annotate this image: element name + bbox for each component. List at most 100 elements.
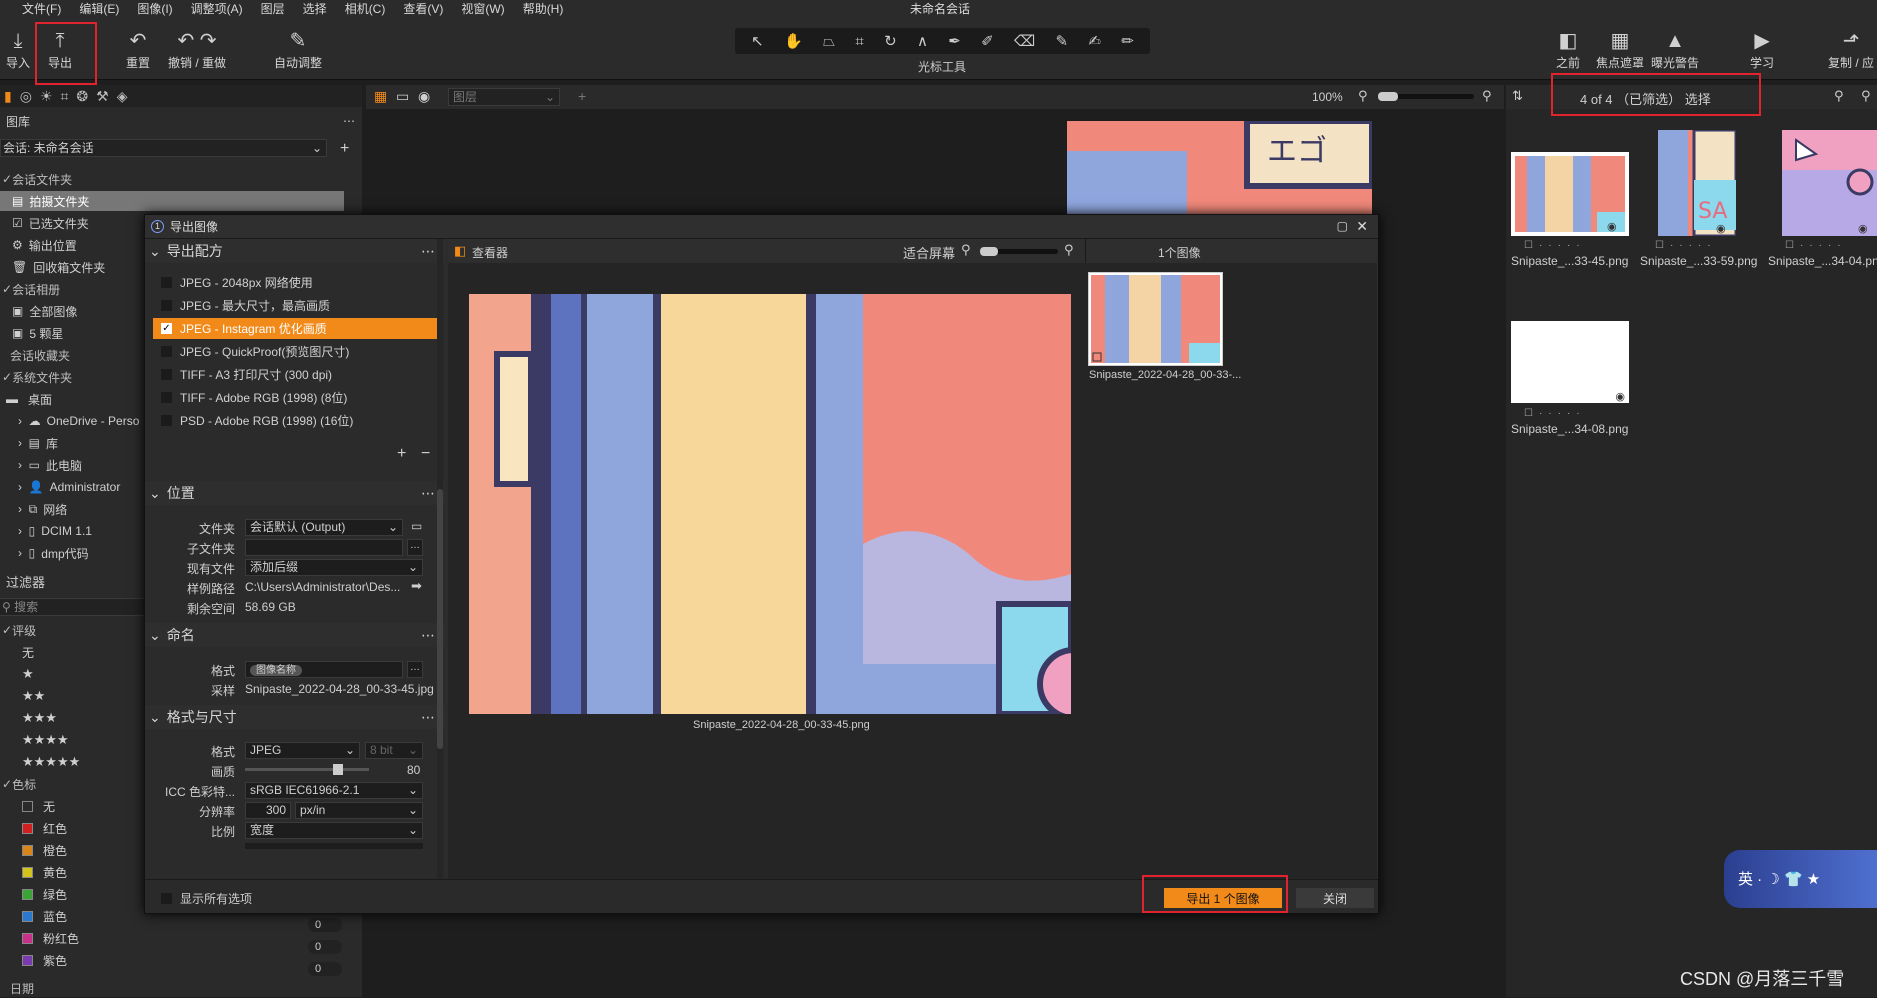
maximize-icon[interactable]: ▢: [1337, 219, 1348, 233]
eye-icon[interactable]: ◉: [1615, 390, 1625, 403]
tree-item[interactable]: › ⧉ 网络: [18, 499, 67, 519]
resolution-input[interactable]: 300: [245, 802, 291, 819]
section-session-favorites[interactable]: 会话收藏夹: [10, 345, 70, 365]
menu-adjust[interactable]: 调整项(A): [191, 0, 243, 17]
color-tag-item[interactable]: 紫色: [22, 950, 67, 970]
eraser-icon[interactable]: ⌫: [1014, 32, 1035, 50]
focus-mask-button[interactable]: ▦ 焦点遮罩: [1596, 28, 1644, 71]
ime-widget[interactable]: 英 · ☽ 👕 ★: [1724, 850, 1877, 908]
folder-browse-icon[interactable]: ▭: [411, 519, 422, 533]
crop-tab-icon[interactable]: ⌗: [61, 88, 69, 105]
quality-value[interactable]: 80: [407, 763, 420, 777]
tree-item[interactable]: › ▭ 此电脑: [18, 455, 82, 475]
rating-dots[interactable]: ☐·····: [1524, 240, 1586, 251]
quality-slider[interactable]: [245, 764, 369, 775]
tools-tab-icon[interactable]: ⚒: [96, 88, 109, 105]
close-button[interactable]: 关闭: [1296, 888, 1374, 908]
section-session-albums[interactable]: ✓ 会话相册: [2, 279, 60, 299]
format-size-header[interactable]: ⌄ 格式与尺寸 ⋯: [145, 705, 445, 729]
section-color-tag[interactable]: ✓ 色标: [2, 774, 36, 794]
viewer-zoom-slider[interactable]: [980, 247, 1058, 256]
color-tag-item[interactable]: 绿色: [22, 884, 67, 904]
recipe-item-selected[interactable]: ✓ JPEG - Instagram 优化画质: [153, 318, 437, 339]
color-tag-item[interactable]: 无: [22, 796, 55, 816]
recipe-item[interactable]: PSD - Adobe RGB (1998) (16位): [153, 410, 437, 431]
add-layer-icon[interactable]: +: [578, 88, 586, 104]
recipe-checkbox[interactable]: [161, 369, 172, 380]
rating-5[interactable]: ★★★★★: [22, 752, 80, 772]
layers-tab-icon[interactable]: ◈: [117, 88, 128, 105]
picker-icon[interactable]: ✒: [948, 32, 961, 50]
zoom-out-icon[interactable]: ⚲: [1358, 88, 1368, 104]
keystone-icon[interactable]: ⏢: [823, 33, 835, 50]
search-icon[interactable]: ⚲: [1861, 88, 1871, 104]
icc-profile-select[interactable]: sRGB IEC61966-2.1 ⌄: [245, 782, 423, 799]
scrollbar-thumb[interactable]: [437, 489, 443, 749]
zoom-slider-handle[interactable]: [1378, 92, 1398, 101]
layer-select[interactable]: 图层 ⌄: [448, 88, 560, 106]
output-location-item[interactable]: ⚙ 输出位置: [12, 235, 77, 255]
naming-format-input[interactable]: 图像名称: [245, 661, 403, 678]
browser-thumbnail[interactable]: ◉: [1782, 130, 1877, 236]
recipe-checkbox[interactable]: [161, 277, 172, 288]
add-recipe-icon[interactable]: +: [397, 445, 406, 463]
eye-icon[interactable]: ◉: [1716, 223, 1726, 235]
resolution-unit-select[interactable]: px/in ⌄: [295, 802, 423, 819]
rating-none[interactable]: 无: [22, 642, 34, 662]
five-stars-item[interactable]: ▣ 5 颗星: [12, 323, 63, 343]
show-all-options[interactable]: 显示所有选项: [161, 890, 252, 907]
more-icon[interactable]: ⋯: [421, 485, 435, 502]
library-tab-icon[interactable]: ▮: [4, 88, 12, 105]
select-cursor-icon[interactable]: ↖: [751, 32, 764, 50]
rating-3[interactable]: ★★★: [22, 708, 57, 728]
menu-select[interactable]: 选择: [303, 0, 327, 17]
section-date[interactable]: 日期: [10, 978, 34, 998]
tree-item[interactable]: › ▤ 库: [18, 433, 58, 453]
color-tag-item[interactable]: 黄色: [22, 862, 67, 882]
before-button[interactable]: ◧ 之前: [1556, 28, 1580, 71]
capture-folder-item[interactable]: ▤ 拍摄文件夹: [0, 191, 344, 211]
subfolder-input[interactable]: [245, 539, 403, 556]
menu-camera[interactable]: 相机(C): [345, 0, 386, 17]
tree-item[interactable]: › ▯ dmp代码: [18, 543, 89, 563]
menu-image[interactable]: 图像(I): [137, 0, 172, 17]
recipe-item[interactable]: TIFF - A3 打印尺寸 (300 dpi): [153, 364, 437, 385]
crop-icon[interactable]: ⌗: [855, 33, 863, 50]
color-tab-icon[interactable]: ❂: [76, 88, 88, 105]
zoom-in-icon[interactable]: ⚲: [1482, 88, 1492, 104]
sun-tab-icon[interactable]: ☀: [40, 88, 53, 105]
rating-1[interactable]: ★: [22, 664, 34, 684]
recipe-item[interactable]: TIFF - Adobe RGB (1998) (8位): [153, 387, 437, 408]
undo-redo-button[interactable]: ↶ ↷ 撤销 / 重做: [168, 28, 226, 71]
recipe-item[interactable]: JPEG - QuickProof(预览图尺寸): [153, 341, 437, 362]
recipe-checkbox[interactable]: [161, 392, 172, 403]
exposure-warning-button[interactable]: ▲ 曝光警告: [1651, 28, 1699, 71]
menu-edit[interactable]: 编辑(E): [79, 0, 119, 17]
show-all-checkbox[interactable]: [161, 893, 172, 904]
arrow-right-icon[interactable]: ➡: [411, 578, 422, 594]
location-header[interactable]: ⌄ 位置 ⋯: [145, 481, 445, 505]
remove-recipe-icon[interactable]: −: [421, 445, 430, 463]
browser-thumbnail[interactable]: SA ◉: [1658, 130, 1736, 236]
recipe-checkbox[interactable]: [161, 415, 172, 426]
tree-item[interactable]: › ▯ DCIM 1.1: [18, 521, 92, 541]
camera-tab-icon[interactable]: ◎: [20, 88, 32, 105]
zoom-in-icon[interactable]: ⚲: [1064, 242, 1074, 258]
naming-more-button[interactable]: …: [407, 661, 423, 678]
zoom-slider[interactable]: [1378, 92, 1474, 101]
rating-4[interactable]: ★★★★: [22, 730, 69, 750]
pan-icon[interactable]: ✋: [784, 32, 803, 50]
pen-icon[interactable]: ✎: [1055, 32, 1068, 50]
recipes-header[interactable]: ⌄ 导出配方 ⋯: [145, 239, 445, 263]
tree-item[interactable]: › 👤 Administrator: [18, 477, 120, 497]
copy-apply-button[interactable]: ⬏ 复制 / 应: [1828, 28, 1874, 71]
bit-depth-select[interactable]: 8 bit ⌄: [365, 742, 423, 759]
filter-search-icon[interactable]: ⚲: [1834, 88, 1844, 104]
settings-scrollbar[interactable]: [437, 239, 443, 879]
recipe-item[interactable]: JPEG - 2048px 网络使用: [153, 272, 437, 293]
menu-layers[interactable]: 图层: [261, 0, 285, 17]
rating-dots[interactable]: ☐·····: [1524, 408, 1586, 419]
subfolder-more-button[interactable]: …: [407, 539, 423, 556]
recipe-checkbox[interactable]: [161, 346, 172, 357]
auto-adjust-button[interactable]: ✎ 自动调整: [274, 28, 322, 71]
